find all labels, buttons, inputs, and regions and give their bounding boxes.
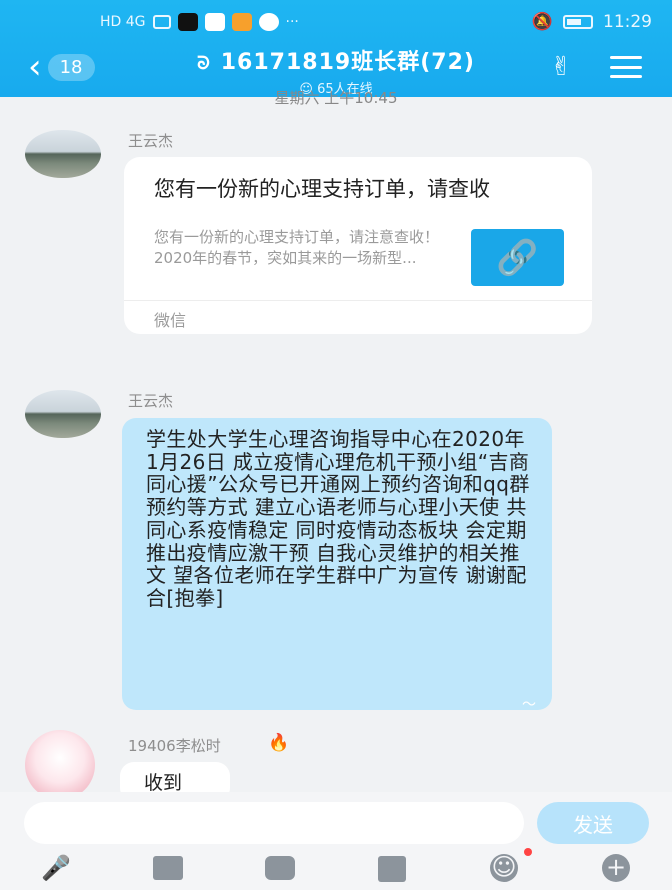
chat-title-text: 16171819班长群(72) bbox=[220, 50, 475, 75]
sender-name: 王云杰 bbox=[128, 392, 174, 410]
chat-timestamp: 星期六 上午10:45 bbox=[274, 89, 398, 107]
camera-icon[interactable] bbox=[262, 852, 298, 884]
bubble-decoration-icon: 〜 bbox=[522, 697, 536, 713]
network-indicator: HD 4G bbox=[100, 14, 146, 30]
sender-name: 王云杰 bbox=[128, 132, 174, 150]
message-app-icon bbox=[258, 13, 279, 31]
more-notifications: ··· bbox=[285, 14, 299, 30]
emoji-icon[interactable]: ☺ bbox=[486, 852, 522, 884]
app-notification-icon bbox=[204, 13, 225, 31]
video-app-icon bbox=[231, 13, 252, 31]
input-bar: 发送 🎤 ☺ + bbox=[0, 792, 672, 890]
battery-icon bbox=[563, 15, 593, 29]
menu-icon[interactable] bbox=[610, 56, 642, 78]
red-packet-icon[interactable] bbox=[374, 852, 410, 884]
image-icon[interactable] bbox=[150, 852, 186, 884]
status-bar: HD 4G ··· 🔕 11:29 bbox=[100, 8, 652, 36]
shared-link-card[interactable]: 您有一份新的心理支持订单，请查收 您有一份新的心理支持订单，请注意查收！2020… bbox=[124, 157, 592, 334]
avatar[interactable] bbox=[25, 390, 101, 438]
chat-header: HD 4G ··· 🔕 11:29 ‹ 18 ᘐ 16171819班长群(72) … bbox=[0, 0, 672, 97]
status-time: 11:29 bbox=[603, 12, 652, 32]
avatar[interactable] bbox=[25, 130, 101, 178]
plus-icon[interactable]: + bbox=[598, 852, 634, 884]
wifi-icon bbox=[152, 15, 171, 29]
link-icon: 🔗 bbox=[471, 229, 564, 286]
card-description: 您有一份新的心理支持订单，请注意查收！2020年的春节，突如其来的一场新型... bbox=[154, 228, 440, 267]
card-title: 您有一份新的心理支持订单，请查收 bbox=[154, 177, 490, 201]
hand-sign-icon[interactable]: ✌ bbox=[550, 52, 572, 82]
card-source: 微信 bbox=[154, 311, 187, 330]
sender-name: 19406李松时 bbox=[128, 737, 221, 755]
message-bubble[interactable]: 学生处大学生心理咨询指导中心在2020年1月26日 成立疫情心理危机干预小组“吉… bbox=[122, 418, 552, 713]
card-divider bbox=[124, 300, 592, 301]
message-text: 收到 bbox=[144, 772, 183, 794]
message-input[interactable] bbox=[24, 802, 524, 844]
tiktok-app-icon bbox=[177, 13, 198, 31]
group-icon: ᘐ bbox=[197, 53, 211, 74]
input-toolbar: 🎤 ☺ + bbox=[0, 852, 672, 888]
notification-dot bbox=[524, 848, 532, 856]
microphone-icon[interactable]: 🎤 bbox=[38, 852, 74, 884]
send-button[interactable]: 发送 bbox=[537, 802, 649, 844]
mute-bell-icon: 🔕 bbox=[531, 12, 553, 32]
message-text: 学生处大学生心理咨询指导中心在2020年1月26日 成立疫情心理危机干预小组“吉… bbox=[146, 427, 530, 610]
avatar[interactable] bbox=[25, 730, 95, 800]
fire-icon: 🔥 bbox=[268, 733, 290, 753]
